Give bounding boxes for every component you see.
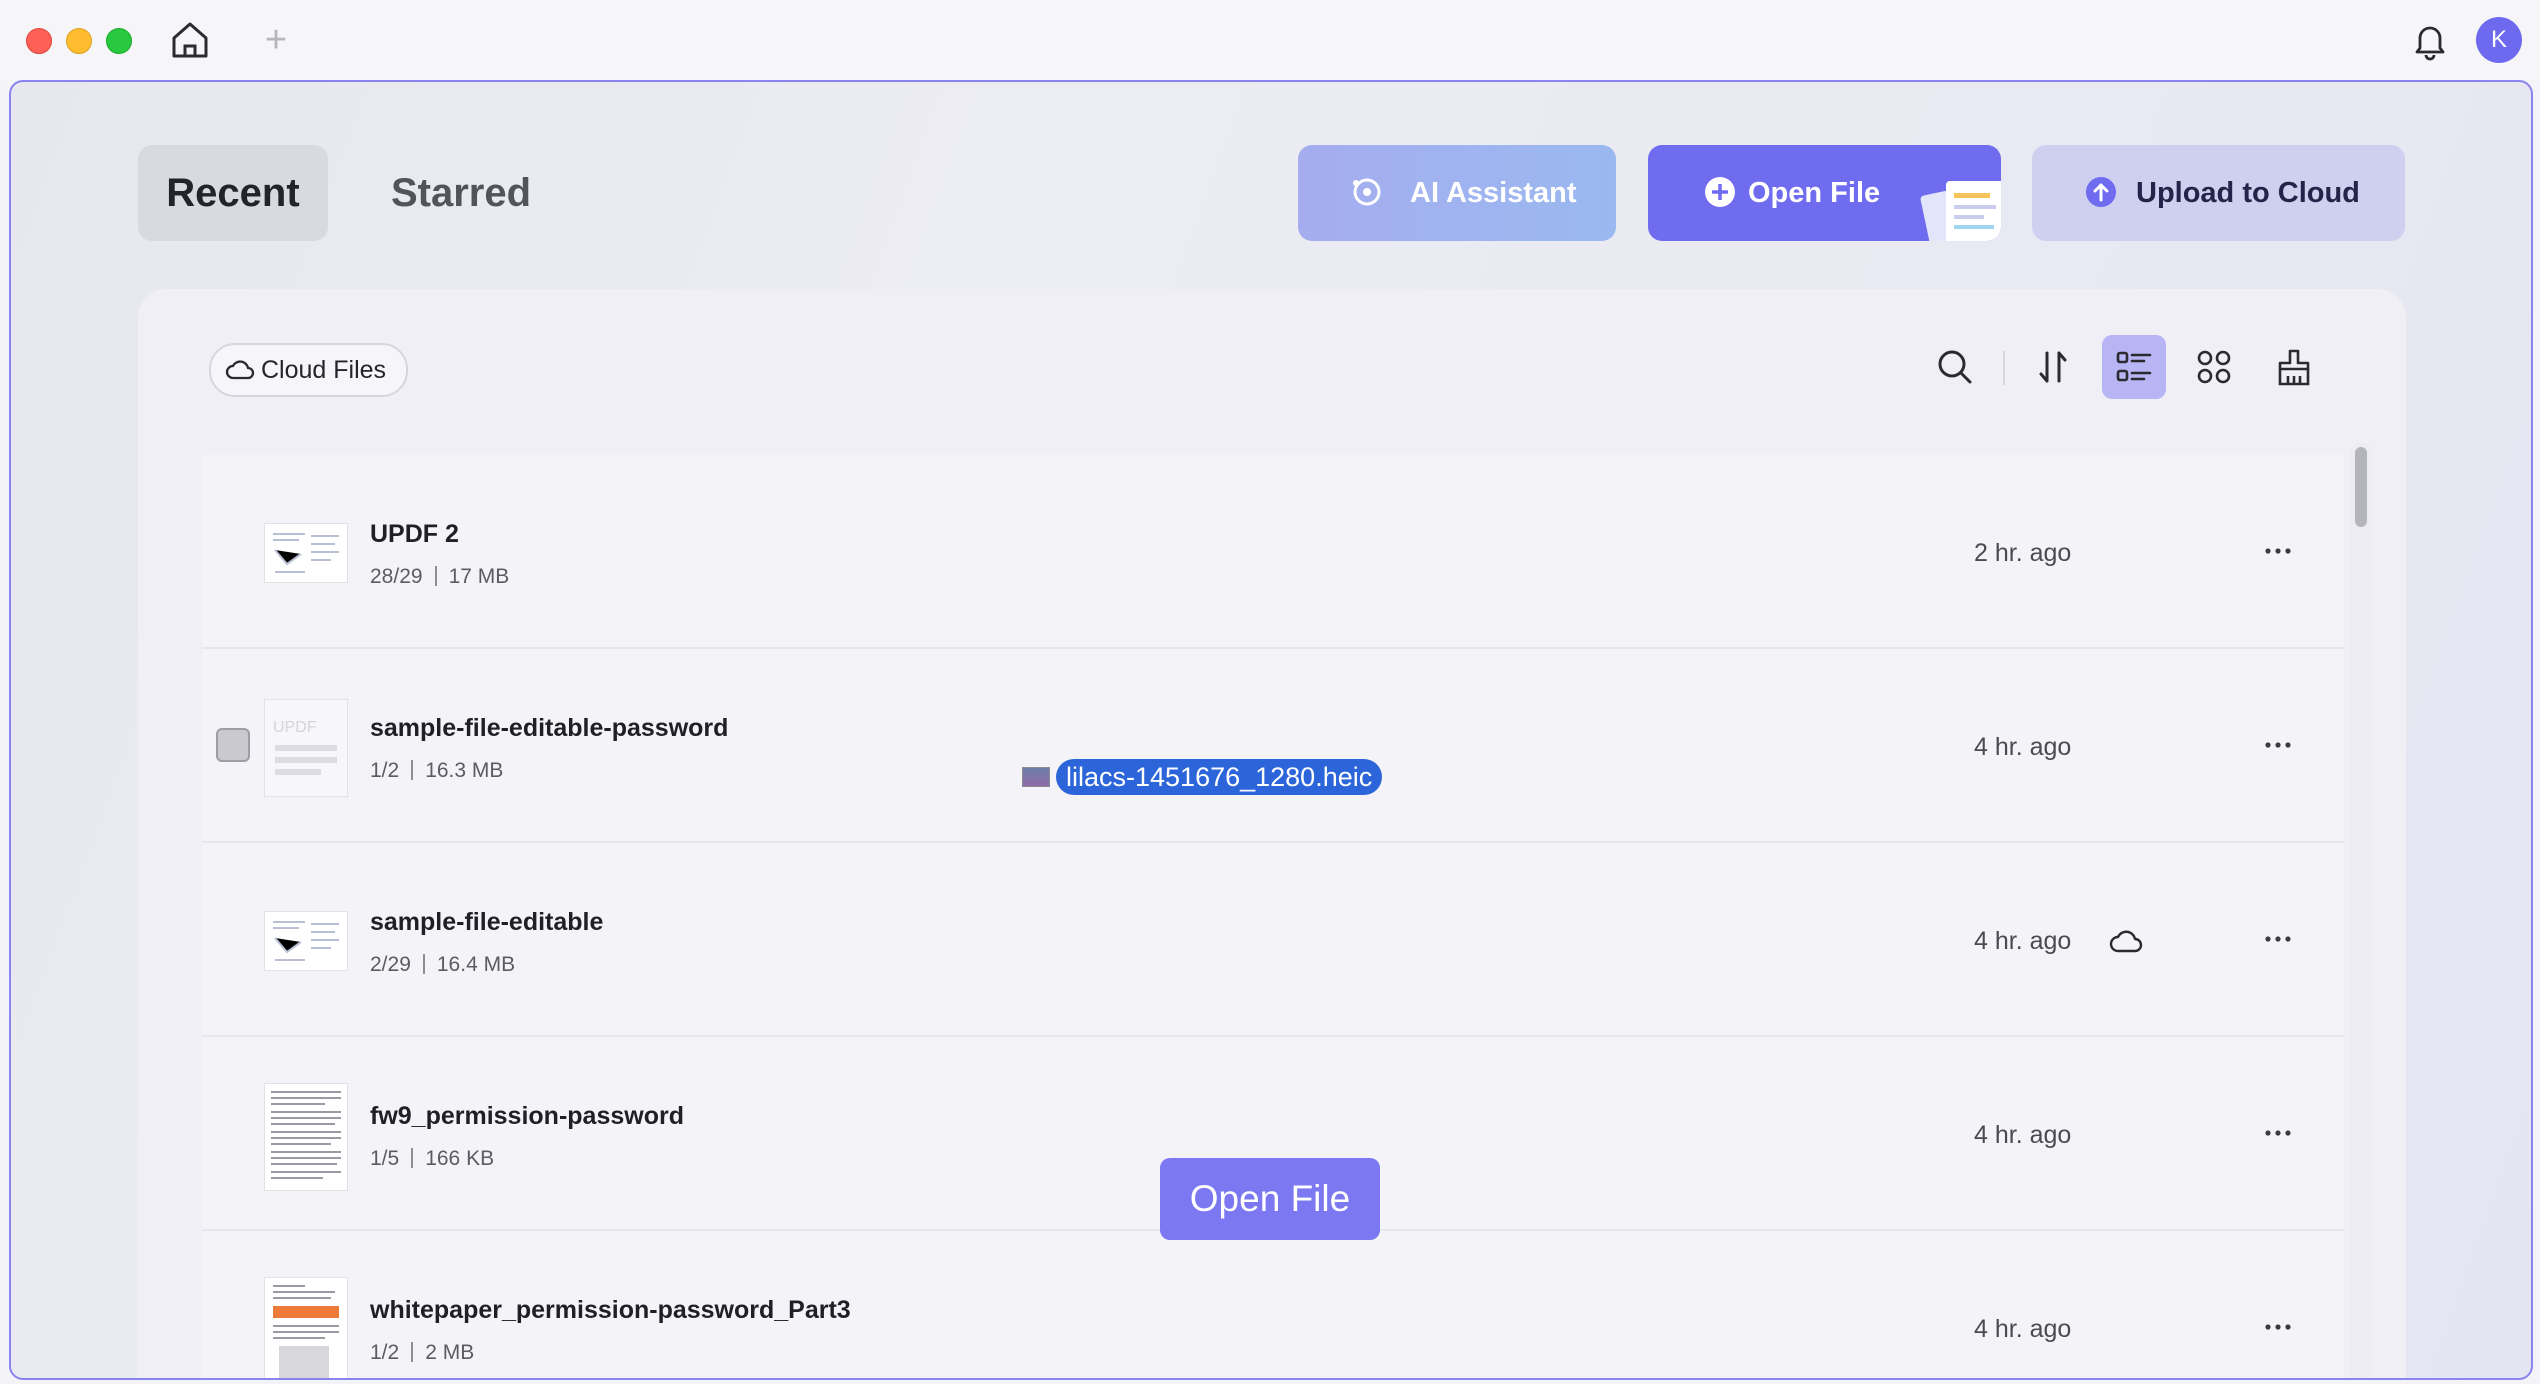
more-options-icon[interactable]	[2256, 723, 2300, 767]
scrollbar[interactable]	[2350, 443, 2372, 1378]
file-size: 16.4 MB	[436, 953, 516, 976]
close-window-button[interactable]	[26, 28, 52, 54]
file-size: 166 KB	[425, 1147, 495, 1170]
file-meta: 1/5 166 KB	[370, 1147, 494, 1171]
file-time: 4 hr. ago	[1974, 927, 2072, 955]
list-view-button[interactable]	[2102, 335, 2166, 399]
file-name: UPDF 2	[370, 520, 459, 548]
file-row[interactable]: sample-file-editable 2/29 16.4 MB 4 hr. a…	[202, 843, 2344, 1037]
file-name: whitepaper_permission-password_Part3	[370, 1296, 851, 1324]
file-row[interactable]: whitepaper_permission-password_Part3 1/2…	[202, 1231, 2344, 1378]
file-name: sample-file-editable-password	[370, 714, 729, 742]
file-size: 16.3 MB	[425, 759, 504, 782]
open-file-label: Open File	[1748, 177, 1881, 209]
new-tab-button[interactable]: +	[256, 20, 296, 60]
file-row[interactable]: UPDF sample-file-editable-password 1/2 16…	[202, 649, 2344, 843]
ai-assistant-button[interactable]: AI Assistant	[1298, 145, 1616, 241]
title-bar: + K	[0, 0, 2540, 80]
documents-illustration-icon	[1920, 181, 2001, 241]
file-row[interactable]: UPDF 2 28/29 17 MB 2 hr. ago	[202, 455, 2344, 649]
file-thumbnail	[264, 911, 348, 971]
file-list: UPDF 2 28/29 17 MB 2 hr. ago UPDF sample-…	[202, 455, 2344, 1378]
cloud-upload-status-icon[interactable]	[2108, 924, 2144, 960]
upload-icon	[2084, 175, 2118, 209]
scrollbar-thumb[interactable]	[2355, 447, 2367, 527]
ai-icon	[1350, 175, 1384, 209]
avatar[interactable]: K	[2476, 17, 2522, 63]
row-checkbox[interactable]	[216, 728, 250, 762]
more-options-icon[interactable]	[2256, 917, 2300, 961]
image-file-icon	[1022, 767, 1050, 787]
clear-history-button[interactable]	[2262, 335, 2326, 399]
search-button[interactable]	[1923, 335, 1987, 399]
zoom-window-button[interactable]	[106, 28, 132, 54]
file-thumbnail	[264, 523, 348, 583]
dragged-file[interactable]: lilacs-1451676_1280.heic	[1022, 759, 1383, 795]
file-pages: 1/2	[370, 759, 400, 782]
meta-divider	[422, 954, 425, 974]
meta-divider	[411, 760, 414, 780]
file-pages: 28/29	[370, 565, 423, 588]
file-time: 4 hr. ago	[1974, 1121, 2072, 1149]
home-icon[interactable]	[168, 18, 212, 62]
cloud-files-filter[interactable]: Cloud Files	[209, 343, 409, 397]
file-pages: 1/5	[370, 1147, 400, 1170]
tab-starred[interactable]: Starred	[366, 145, 556, 241]
file-name: fw9_permission-password	[370, 1102, 684, 1130]
open-file-button[interactable]: Open File	[1648, 145, 2001, 241]
grid-view-button[interactable]	[2182, 335, 2246, 399]
meta-divider	[411, 1342, 414, 1362]
file-meta: 28/29 17 MB	[370, 565, 509, 589]
more-options-icon[interactable]	[2256, 1111, 2300, 1155]
cloud-files-label: Cloud Files	[261, 356, 387, 384]
sort-icon	[2039, 351, 2067, 383]
minimize-window-button[interactable]	[66, 28, 92, 54]
bell-icon[interactable]	[2408, 18, 2452, 62]
dragged-file-name: lilacs-1451676_1280.heic	[1056, 759, 1383, 795]
file-meta: 1/2 2 MB	[370, 1341, 474, 1365]
file-time: 4 hr. ago	[1974, 733, 2072, 761]
file-time: 2 hr. ago	[1974, 539, 2072, 567]
search-icon	[1938, 350, 1972, 384]
more-options-icon[interactable]	[2256, 1305, 2300, 1349]
file-thumbnail	[264, 1277, 348, 1378]
cloud-icon	[225, 360, 255, 380]
file-thumbnail	[264, 1083, 348, 1191]
broom-icon	[2278, 349, 2310, 386]
file-name: sample-file-editable	[370, 908, 604, 936]
file-size: 2 MB	[425, 1341, 475, 1364]
file-thumbnail: UPDF	[264, 699, 348, 797]
tab-recent[interactable]: Recent	[138, 145, 328, 241]
list-view-icon	[2116, 351, 2152, 382]
meta-divider	[434, 566, 437, 586]
file-size: 17 MB	[448, 565, 510, 588]
ai-assistant-label: AI Assistant	[1410, 177, 1577, 209]
plus-circle-icon	[1703, 175, 1737, 209]
file-meta: 1/2 16.3 MB	[370, 759, 503, 783]
file-pages: 1/2	[370, 1341, 400, 1364]
upload-to-cloud-label: Upload to Cloud	[2136, 177, 2360, 209]
file-pages: 2/29	[370, 953, 411, 976]
file-meta: 2/29 16.4 MB	[370, 953, 515, 977]
upload-to-cloud-button[interactable]: Upload to Cloud	[2032, 145, 2405, 241]
more-options-icon[interactable]	[2256, 529, 2300, 573]
toolbar-divider	[2003, 351, 2005, 385]
sort-button[interactable]	[2021, 335, 2085, 399]
drop-open-file-target[interactable]: Open File	[1160, 1158, 1380, 1240]
file-time: 4 hr. ago	[1974, 1315, 2072, 1343]
meta-divider	[411, 1148, 414, 1168]
svg-text:UPDF: UPDF	[273, 719, 317, 736]
grid-view-icon	[2197, 350, 2231, 384]
